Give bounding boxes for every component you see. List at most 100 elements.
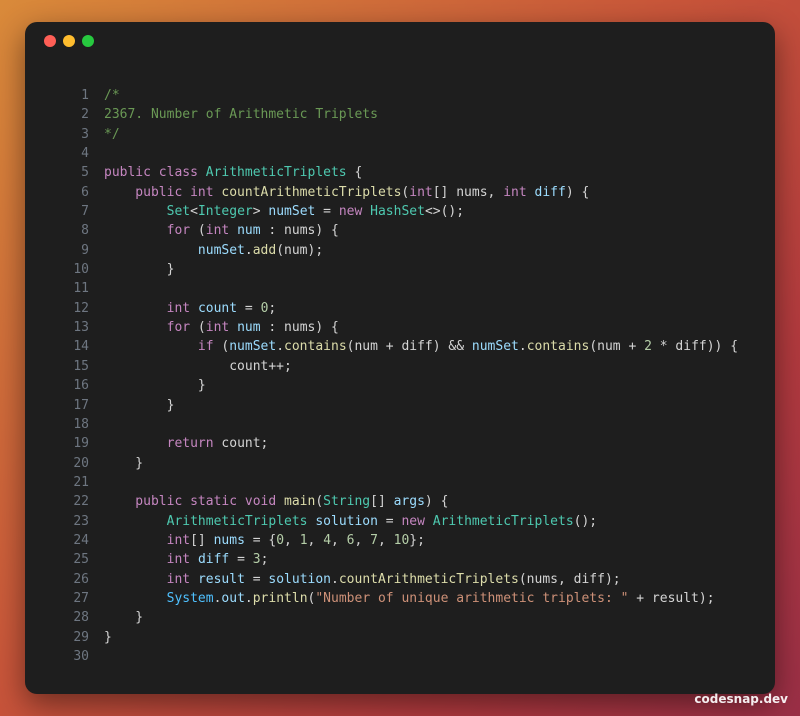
code-token: "Number of unique arithmetic triplets: " (315, 590, 629, 606)
code-token: Set (166, 204, 191, 220)
code-token: } (104, 262, 175, 278)
line-number: 18 (73, 416, 89, 432)
code-text: if (numSet.contains(num + diff) && numSe… (89, 337, 738, 356)
code-line: 11 (25, 279, 775, 298)
line-number: 19 (73, 436, 89, 452)
code-token: . (331, 571, 339, 587)
code-token: for (166, 320, 191, 336)
line-number: 2 (81, 107, 89, 123)
code-token: for (166, 223, 191, 239)
code-editor[interactable]: 1 /* 2 2367. Number of Arithmetic Triplets 3… (25, 86, 775, 666)
code-token: . (276, 339, 285, 355)
code-token: return (166, 436, 214, 452)
code-token: numSet (268, 204, 316, 220)
code-token: . (244, 590, 253, 606)
code-line: 8 for (int num : nums) { (25, 221, 775, 240)
code-line: 30 (25, 647, 775, 666)
code-token: . (244, 242, 253, 258)
code-token: int (205, 223, 238, 239)
code-token: public static void (104, 494, 285, 510)
code-token: int (205, 320, 238, 336)
window-titlebar (25, 22, 775, 60)
code-token: int (166, 552, 198, 568)
maximize-button[interactable] (82, 35, 94, 47)
code-line: 12 int count = 0; (25, 299, 775, 318)
code-token: } (104, 397, 175, 413)
code-token: contains (284, 339, 347, 355)
code-token: main (284, 494, 316, 510)
code-token: = { (244, 532, 277, 548)
code-token: result (197, 571, 245, 587)
line-number: 3 (81, 126, 89, 142)
code-text: return count; (89, 434, 269, 453)
line-number: 26 (73, 571, 89, 587)
code-token: int (190, 184, 222, 200)
code-line: 21 (25, 473, 775, 492)
code-line: 5 public class ArithmeticTriplets { (25, 163, 775, 182)
code-token: new (338, 204, 371, 220)
code-token: ( (190, 320, 206, 336)
code-text: System.out.println("Number of unique ari… (89, 589, 715, 608)
code-text: count++; (89, 357, 292, 376)
code-line: 25 int diff = 3; (25, 550, 775, 569)
line-number: 9 (81, 242, 89, 258)
code-token: args (393, 494, 425, 510)
code-token: . (518, 339, 527, 355)
code-token: numSet (471, 339, 519, 355)
code-token: } (104, 629, 112, 645)
code-token: int (166, 571, 198, 587)
code-token: ArithmeticTriplets (432, 513, 574, 529)
code-token: + result); (628, 590, 715, 606)
code-token: add (252, 242, 277, 258)
code-line: 9 numSet.add(num); (25, 241, 775, 260)
code-token: count; (213, 436, 269, 452)
code-token: diff (197, 552, 230, 568)
line-number: 12 (73, 300, 89, 316)
code-token: , (284, 532, 300, 548)
code-line: 28 } (25, 608, 775, 627)
code-line: 13 for (int num : nums) { (25, 318, 775, 337)
code-text: } (89, 628, 112, 647)
code-token: 7 (370, 532, 378, 548)
code-token: new (401, 513, 433, 529)
code-text: for (int num : nums) { (89, 318, 339, 337)
line-number: 30 (73, 648, 89, 664)
line-number: 15 (73, 358, 89, 374)
code-text: } (89, 608, 143, 627)
code-token: nums (213, 532, 245, 548)
code-text: int[] nums = {0, 1, 4, 6, 7, 10}; (89, 531, 425, 550)
code-token: ; (268, 300, 277, 316)
code-line: 14 if (numSet.contains(num + diff) && nu… (25, 337, 775, 356)
code-token: = (377, 513, 402, 529)
code-line: 4 (25, 144, 775, 163)
code-token: (num + (589, 339, 645, 355)
code-text: ArithmeticTriplets solution = new Arithm… (89, 512, 598, 531)
line-number: 29 (73, 629, 89, 645)
line-number: 20 (73, 455, 89, 471)
code-token: 1 (299, 532, 308, 548)
code-token: println (252, 590, 308, 606)
code-line: 7 Set<Integer> numSet = new HashSet<>(); (25, 202, 775, 221)
code-token: : nums) { (260, 320, 339, 336)
code-text: public class ArithmeticTriplets { (89, 163, 362, 182)
code-token: int (166, 532, 191, 548)
code-line: 2 2367. Number of Arithmetic Triplets (25, 105, 775, 124)
code-line: 3 */ (25, 125, 775, 144)
code-line: 26 int result = solution.countArithmetic… (25, 570, 775, 589)
code-token: [] (190, 532, 214, 548)
code-token: solution (315, 513, 378, 529)
minimize-button[interactable] (63, 35, 75, 47)
code-text: } (89, 260, 175, 279)
close-button[interactable] (44, 35, 56, 47)
code-text: Set<Integer> numSet = new HashSet<>(); (89, 202, 464, 221)
code-token: numSet (229, 339, 277, 355)
code-token: if (197, 339, 214, 355)
code-line: 29} (25, 628, 775, 647)
